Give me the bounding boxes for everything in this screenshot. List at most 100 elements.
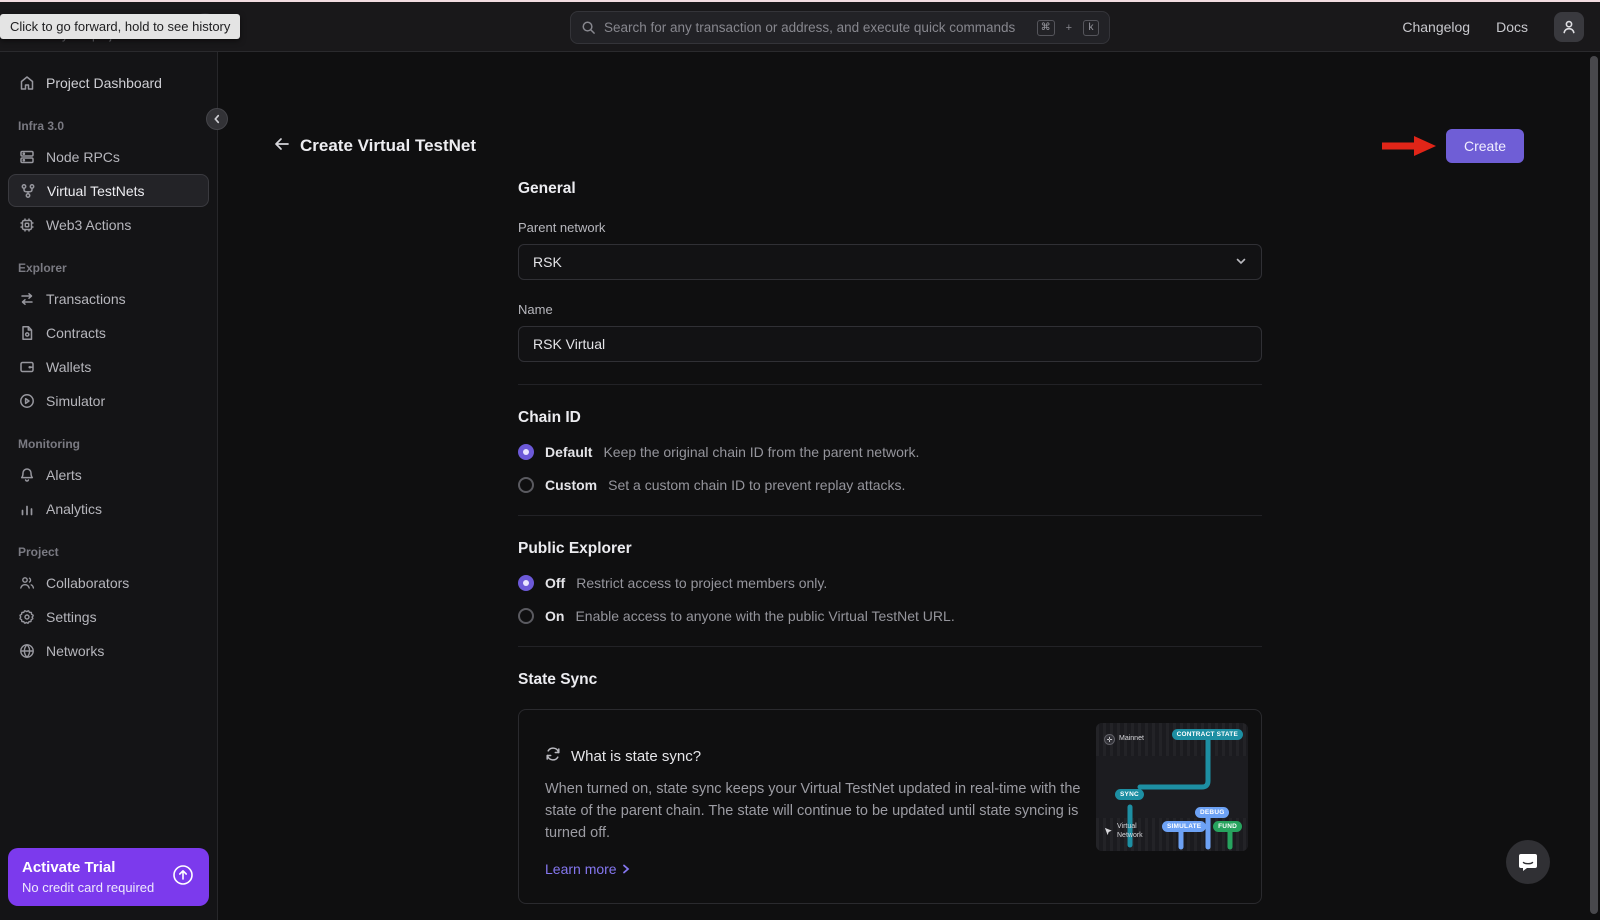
parent-network-label: Parent network <box>518 220 1262 235</box>
page-title: Create Virtual TestNet <box>300 136 476 156</box>
bar-chart-icon <box>18 500 35 517</box>
parent-network-select[interactable]: RSK <box>518 244 1262 280</box>
gear-icon <box>18 608 35 625</box>
git-fork-icon <box>19 182 36 199</box>
public-explorer-option-on[interactable]: On Enable access to anyone with the publ… <box>518 608 1262 624</box>
docs-link[interactable]: Docs <box>1496 19 1528 35</box>
simulate-pill: SIMULATE <box>1162 821 1206 832</box>
play-circle-icon <box>18 392 35 409</box>
trial-subtitle: No credit card required <box>22 880 171 895</box>
sidebar-item-label: Virtual TestNets <box>47 183 145 199</box>
trial-title: Activate Trial <box>22 859 171 876</box>
chat-widget-button[interactable] <box>1506 840 1550 884</box>
search-icon <box>581 20 596 35</box>
chain-id-option-default[interactable]: Default Keep the original chain ID from … <box>518 444 1262 460</box>
state-sync-description: When turned on, state sync keeps your Vi… <box>545 779 1105 844</box>
radio-selected-icon[interactable] <box>518 444 534 460</box>
activate-trial-card[interactable]: Activate Trial No credit card required <box>8 848 209 906</box>
people-icon <box>18 574 35 591</box>
public-explorer-option-off[interactable]: Off Restrict access to project members o… <box>518 575 1262 591</box>
wallet-icon <box>18 358 35 375</box>
global-search-input[interactable]: Search for any transaction or address, a… <box>570 11 1110 44</box>
sidebar-section-monitoring: Monitoring <box>18 437 199 451</box>
server-icon <box>18 148 35 165</box>
sidebar-item-transactions[interactable]: Transactions <box>8 282 209 315</box>
chain-id-option-custom[interactable]: Custom Set a custom chain ID to prevent … <box>518 477 1262 493</box>
learn-more-label: Learn more <box>545 861 617 877</box>
radio-unselected-icon[interactable] <box>518 477 534 493</box>
name-input[interactable] <box>518 326 1262 362</box>
contract-state-pill: CONTRACT STATE <box>1172 729 1243 740</box>
debug-pill: DEBUG <box>1195 807 1229 818</box>
state-sync-info-card: What is state sync? When turned on, stat… <box>518 709 1262 904</box>
arrow-up-circle-icon <box>171 863 195 892</box>
cpu-chip-icon <box>18 216 35 233</box>
sidebar-item-node-rpcs[interactable]: Node RPCs <box>8 140 209 173</box>
sidebar-item-project-dashboard[interactable]: Project Dashboard <box>8 66 209 99</box>
virtual-network-label: Virtual Network <box>1117 823 1147 840</box>
sidebar-item-settings[interactable]: Settings <box>8 600 209 633</box>
main-content: Create Virtual TestNet Create General Pa… <box>218 52 1600 920</box>
divider <box>518 646 1262 647</box>
sidebar-item-wallets[interactable]: Wallets <box>8 350 209 383</box>
history-tooltip: Click to go forward, hold to see history <box>0 14 240 39</box>
chevron-left-icon <box>212 114 222 124</box>
section-title-general: General <box>518 180 1262 198</box>
parent-network-value: RSK <box>533 254 562 270</box>
state-sync-illustration: ✛ Mainnet CONTRACT STATE SYNC SIMULATE D… <box>1096 723 1248 851</box>
back-button[interactable] <box>273 135 291 158</box>
home-icon <box>18 74 35 91</box>
cursor-icon <box>1104 827 1113 836</box>
illustration-mainnet-node: ✛ Mainnet <box>1104 734 1144 745</box>
sidebar-item-label: Node RPCs <box>46 149 120 165</box>
sidebar-item-simulator[interactable]: Simulator <box>8 384 209 417</box>
globe-icon <box>18 642 35 659</box>
learn-more-link[interactable]: Learn more <box>545 861 631 877</box>
sidebar-item-alerts[interactable]: Alerts <box>8 458 209 491</box>
swap-arrows-icon <box>18 290 35 307</box>
state-sync-question: What is state sync? <box>571 748 701 765</box>
bell-icon <box>18 466 35 483</box>
sidebar-section-infra: Infra 3.0 <box>18 119 199 133</box>
kbd-cmd: ⌘ <box>1037 20 1055 36</box>
sidebar-item-virtual-testnets[interactable]: Virtual TestNets <box>8 174 209 207</box>
sidebar-item-contracts[interactable]: Contracts <box>8 316 209 349</box>
section-title-state-sync: State Sync <box>518 671 1262 689</box>
sidebar-item-label: Alerts <box>46 467 82 483</box>
chevron-right-icon <box>621 864 631 874</box>
annotation-arrow <box>1380 135 1438 157</box>
user-menu-button[interactable] <box>1554 12 1584 42</box>
search-placeholder: Search for any transaction or address, a… <box>604 20 1029 35</box>
sidebar-item-label: Networks <box>46 643 104 659</box>
sidebar-collapse-button[interactable] <box>206 108 228 130</box>
option-description: Restrict access to project members only. <box>576 575 827 591</box>
changelog-link[interactable]: Changelog <box>1402 19 1470 35</box>
sidebar-item-label: Project Dashboard <box>46 75 162 91</box>
sidebar-section-explorer: Explorer <box>18 261 199 275</box>
radio-unselected-icon[interactable] <box>518 608 534 624</box>
create-button[interactable]: Create <box>1446 129 1524 163</box>
radio-selected-icon[interactable] <box>518 575 534 591</box>
sidebar-item-collaborators[interactable]: Collaborators <box>8 566 209 599</box>
mainnet-icon: ✛ <box>1104 734 1115 745</box>
option-label: On <box>545 608 564 624</box>
option-description: Enable access to anyone with the public … <box>575 608 954 624</box>
fund-pill: FUND <box>1213 821 1242 832</box>
mainnet-label: Mainnet <box>1119 735 1144 743</box>
vertical-scrollbar[interactable] <box>1590 56 1598 914</box>
chat-bubble-icon <box>1517 851 1539 873</box>
sync-refresh-icon <box>545 746 561 766</box>
sidebar-item-label: Wallets <box>46 359 91 375</box>
sync-pill: SYNC <box>1115 789 1144 800</box>
sidebar-item-label: Transactions <box>46 291 126 307</box>
sidebar-item-label: Settings <box>46 609 97 625</box>
option-label: Custom <box>545 477 597 493</box>
illustration-virtual-network-node: Virtual Network <box>1104 823 1147 840</box>
section-title-chain-id: Chain ID <box>518 409 1262 427</box>
kbd-separator: + <box>1066 22 1072 34</box>
sidebar-item-networks[interactable]: Networks <box>8 634 209 667</box>
name-label: Name <box>518 302 1262 317</box>
sidebar-item-label: Simulator <box>46 393 105 409</box>
sidebar-item-web3-actions[interactable]: Web3 Actions <box>8 208 209 241</box>
sidebar-item-analytics[interactable]: Analytics <box>8 492 209 525</box>
